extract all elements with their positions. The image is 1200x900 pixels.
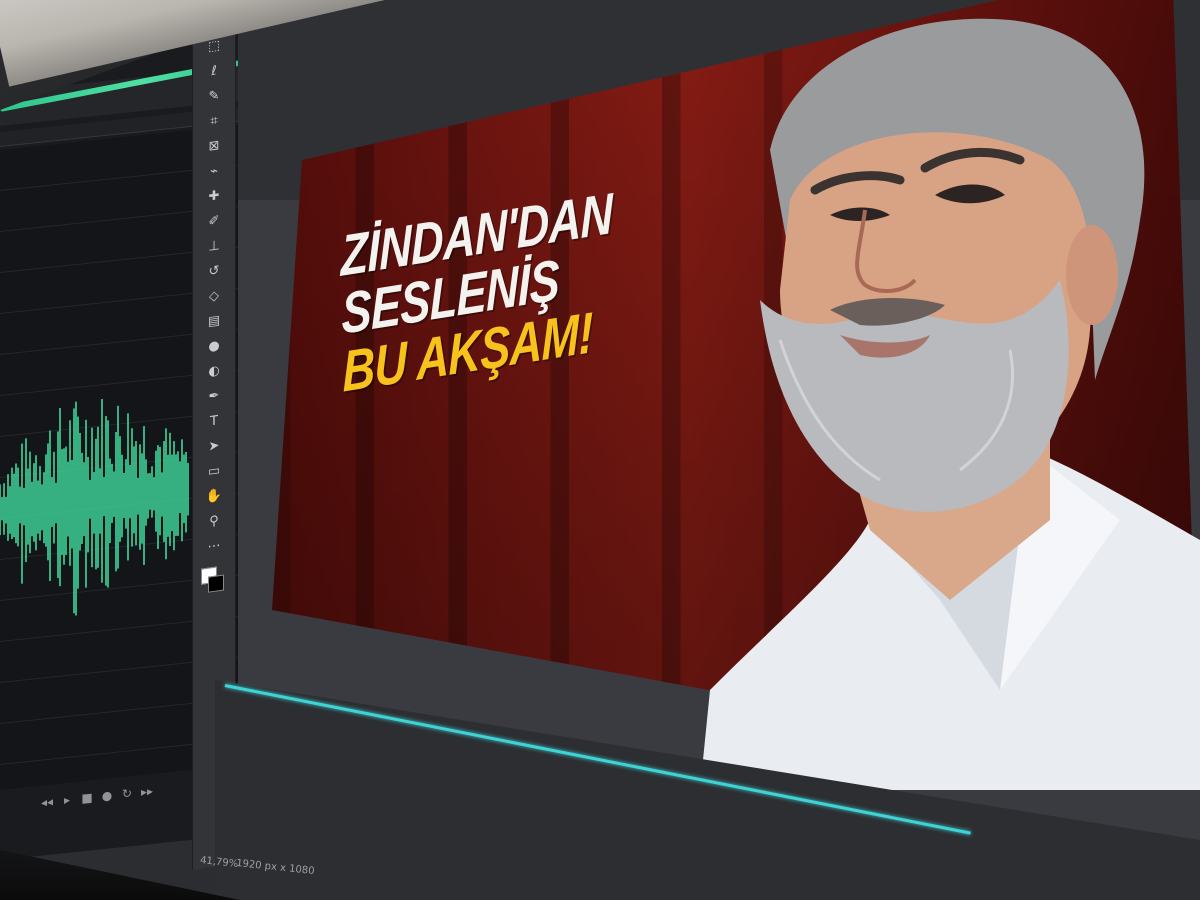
history-brush-icon[interactable]: ↺ <box>204 261 224 284</box>
hand-icon[interactable]: ✋ <box>204 486 224 509</box>
crop-icon[interactable]: ⌗ <box>204 111 224 134</box>
monitor-screen: ◂◂ ▸ ■ ● ↻ ▸▸ ZİNDAN'DAN SESLENİŞ BU AKŞ… <box>0 0 1200 900</box>
quick-select-icon[interactable]: ✎ <box>204 86 224 109</box>
portrait-illustration <box>700 18 1200 790</box>
eraser-icon[interactable]: ◇ <box>204 286 224 309</box>
lasso-icon[interactable]: ℓ <box>204 61 224 84</box>
type-icon[interactable]: T <box>204 411 224 434</box>
stop-icon[interactable]: ■ <box>80 790 94 805</box>
play-icon[interactable]: ▸ <box>60 792 74 808</box>
frame-icon[interactable]: ⊠ <box>204 136 224 159</box>
more-icon[interactable]: ⋯ <box>204 536 224 559</box>
blur-icon[interactable]: ● <box>204 336 224 359</box>
zoom-icon[interactable]: ⚲ <box>204 511 224 534</box>
gradient-icon[interactable]: ▤ <box>204 311 224 334</box>
skip-icon[interactable]: ▸▸ <box>140 784 154 799</box>
dodge-icon[interactable]: ◐ <box>204 361 224 384</box>
brush-icon[interactable]: ✐ <box>204 211 224 234</box>
rectangle-icon[interactable]: ▭ <box>204 461 224 484</box>
audio-waveform <box>0 398 189 616</box>
loop-icon[interactable]: ↻ <box>120 786 134 801</box>
clone-stamp-icon[interactable]: ⊥ <box>204 236 224 259</box>
portrait-image[interactable] <box>700 0 1200 790</box>
healing-icon[interactable]: ✚ <box>204 186 224 209</box>
pen-icon[interactable]: ✒ <box>204 386 224 409</box>
record-icon[interactable]: ● <box>100 788 114 803</box>
path-select-icon[interactable]: ➤ <box>204 436 224 459</box>
rewind-icon[interactable]: ◂◂ <box>40 794 54 809</box>
photo-scene: ◂◂ ▸ ■ ● ↻ ▸▸ ZİNDAN'DAN SESLENİŞ BU AKŞ… <box>0 0 1200 900</box>
transport-controls: ◂◂ ▸ ■ ● ↻ ▸▸ <box>40 784 154 810</box>
background-color-swatch[interactable] <box>208 574 224 593</box>
eyedropper-icon[interactable]: ⌁ <box>204 161 224 184</box>
